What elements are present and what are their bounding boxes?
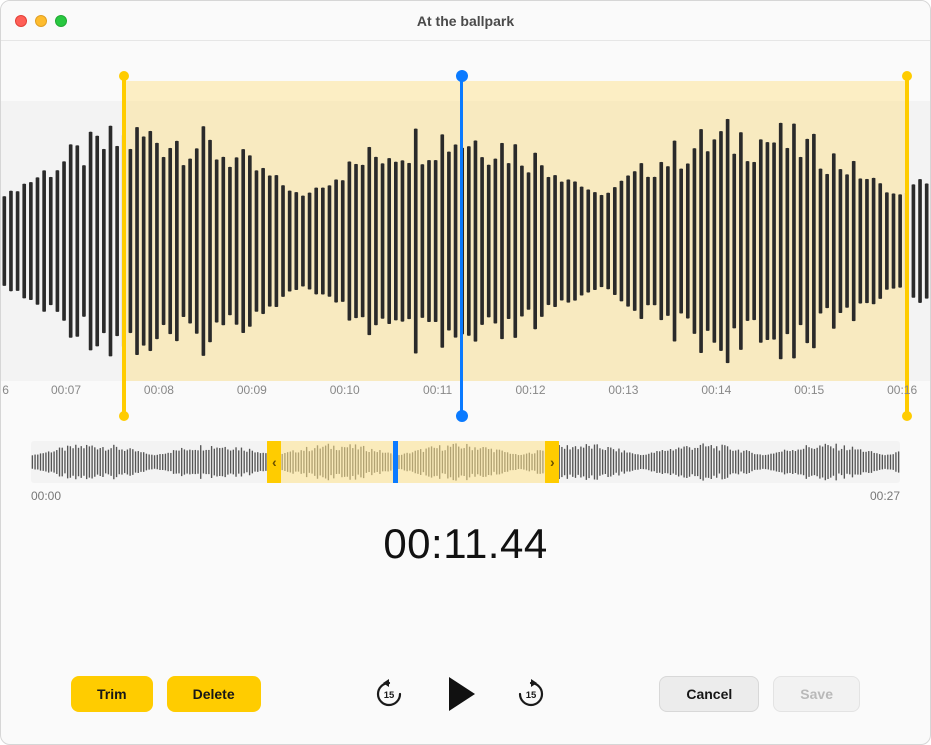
svg-text:15: 15 (526, 690, 537, 701)
timeline-tick: 00:14 (701, 383, 731, 397)
skip-back-icon: 15 (374, 679, 404, 709)
confirm-buttons-group: Cancel Save (659, 676, 860, 712)
save-button: Save (773, 676, 860, 712)
skip-forward-icon: 15 (516, 679, 546, 709)
overview-strip[interactable]: ‹ › 00:00 00:27 (31, 441, 900, 496)
delete-button[interactable]: Delete (167, 676, 261, 712)
timeline-tick: 00:16 (887, 383, 917, 397)
overview-waveform: ‹ › (31, 441, 900, 483)
timeline-tick: 00:08 (144, 383, 174, 397)
window-close-button[interactable] (15, 15, 27, 27)
window-minimize-button[interactable] (35, 15, 47, 27)
trim-handle-right[interactable] (905, 75, 909, 417)
trim-button[interactable]: Trim (71, 676, 153, 712)
overview-playhead[interactable] (393, 441, 398, 483)
overview-time-labels: 00:00 00:27 (31, 489, 900, 503)
titlebar: At the ballpark (1, 1, 930, 41)
overview-selection[interactable] (274, 441, 552, 483)
skip-forward-15-button[interactable]: 15 (514, 677, 548, 711)
timeline-tick: 00:15 (794, 383, 824, 397)
timeline-tick: 00:10 (330, 383, 360, 397)
timeline-tick: 00:09 (237, 383, 267, 397)
timeline-tick: 00:07 (51, 383, 81, 397)
timeline-ruler: 6 00:07 00:08 00:09 00:10 00:11 00:12 00:13 00:1… (1, 383, 930, 411)
timeline-tick: 6 (2, 383, 9, 397)
trim-handle-left[interactable] (122, 75, 126, 417)
timeline-tick: 00:12 (516, 383, 546, 397)
play-button[interactable] (440, 674, 480, 714)
window-controls (15, 15, 67, 27)
window-zoom-button[interactable] (55, 15, 67, 27)
play-icon (449, 677, 475, 711)
voice-memos-edit-window: At the ballpark 6 00:07 00:08 00:09 00:10 00:… (0, 0, 931, 745)
main-waveform-icon (1, 101, 930, 381)
editor-area: 6 00:07 00:08 00:09 00:10 00:11 00:12 00:13 00:1… (1, 41, 930, 568)
transport-controls: 15 15 (372, 674, 548, 714)
overview-end-time: 00:27 (870, 489, 900, 503)
timeline-tick: 00:11 (423, 383, 452, 397)
skip-back-15-button[interactable]: 15 (372, 677, 406, 711)
toolbar: Trim Delete 15 15 (1, 674, 930, 714)
overview-handle-left[interactable]: ‹ (267, 441, 281, 483)
overview-start-time: 00:00 (31, 489, 61, 503)
current-time-display: 00:11.44 (1, 520, 930, 568)
window-title: At the ballpark (1, 13, 930, 29)
timeline-tick: 00:13 (608, 383, 638, 397)
svg-text:15: 15 (384, 690, 395, 701)
overview-handle-right[interactable]: › (545, 441, 559, 483)
main-waveform-stage[interactable]: 6 00:07 00:08 00:09 00:10 00:11 00:12 00:13 00:1… (1, 81, 930, 411)
cancel-button[interactable]: Cancel (659, 676, 759, 712)
edit-buttons-group: Trim Delete (71, 676, 261, 712)
playhead[interactable] (460, 75, 463, 417)
